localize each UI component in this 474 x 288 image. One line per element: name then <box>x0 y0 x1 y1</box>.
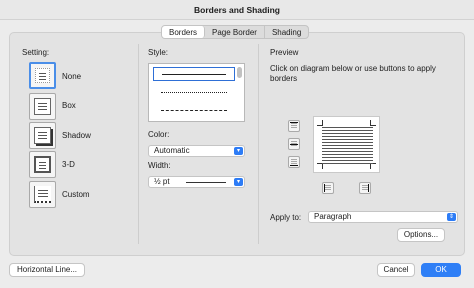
setting-custom-icon[interactable] <box>29 181 56 208</box>
options-button[interactable]: Options... <box>397 228 445 242</box>
setting-none-icon[interactable] <box>29 62 56 89</box>
bottom-border-button[interactable] <box>288 156 300 168</box>
preview-instructions: Click on diagram below or use buttons to… <box>270 64 436 83</box>
horizontal-line-button[interactable]: Horizontal Line... <box>9 263 85 277</box>
ok-button[interactable]: OK <box>421 263 461 277</box>
inside-horizontal-border-icon <box>290 144 298 145</box>
corner-mark <box>317 120 323 126</box>
color-value: Automatic <box>154 146 190 155</box>
color-label: Color: <box>148 130 170 139</box>
divider <box>138 44 139 244</box>
dotted-line <box>161 92 227 93</box>
color-select[interactable]: Automatic ▾ <box>148 145 245 157</box>
style-label: Style: <box>148 48 169 57</box>
bottom-border-icon <box>290 165 298 166</box>
right-border-icon <box>368 184 369 192</box>
tab-shading[interactable]: Shading <box>265 26 308 38</box>
width-label: Width: <box>148 161 171 170</box>
tab-page-border[interactable]: Page Border <box>205 26 265 38</box>
scroll-thumb[interactable] <box>237 67 242 78</box>
preview-sample-text <box>322 127 373 164</box>
setting-label: Setting: <box>22 48 50 57</box>
style-scrollbar[interactable] <box>236 66 243 120</box>
window-title: Borders and Shading <box>194 5 280 15</box>
top-border-button[interactable] <box>288 120 300 132</box>
style-option-solid[interactable] <box>153 67 235 81</box>
setting-box-label[interactable]: Box <box>62 101 76 110</box>
title-bar: Borders and Shading <box>0 0 474 20</box>
preview-diagram[interactable] <box>313 116 380 173</box>
preview-label: Preview <box>270 48 299 57</box>
apply-to-label: Apply to: <box>270 213 302 222</box>
setting-none-label[interactable]: None <box>62 72 81 81</box>
setting-custom-label[interactable]: Custom <box>62 190 90 199</box>
width-line-sample <box>186 182 226 183</box>
chevron-down-icon: ▾ <box>234 147 243 155</box>
top-border-icon <box>290 122 298 123</box>
left-border-button[interactable] <box>322 182 334 194</box>
tab-bar: Borders Page Border Shading <box>161 25 310 39</box>
setting-shadow-icon[interactable] <box>29 122 56 149</box>
style-option-dotted[interactable] <box>153 86 235 100</box>
cancel-button[interactable]: Cancel <box>377 263 415 277</box>
chevron-down-icon: ▾ <box>234 178 243 186</box>
divider <box>258 44 259 244</box>
setting-3d-icon[interactable] <box>29 151 56 178</box>
tab-borders[interactable]: Borders <box>162 26 206 38</box>
left-border-icon <box>324 184 325 192</box>
setting-3d-label[interactable]: 3-D <box>62 160 75 169</box>
setting-shadow-label[interactable]: Shadow <box>62 131 91 140</box>
setting-box-icon[interactable] <box>29 93 56 120</box>
inside-border-button[interactable] <box>288 138 300 150</box>
style-option-dashed[interactable] <box>153 104 235 118</box>
right-border-button[interactable] <box>359 182 371 194</box>
apply-to-select[interactable]: Paragraph ⇕ <box>308 211 458 223</box>
chevron-updown-icon: ⇕ <box>447 213 456 221</box>
solid-line <box>162 74 226 75</box>
width-value: ½ pt <box>154 177 170 186</box>
corner-mark <box>370 120 376 126</box>
style-list[interactable] <box>148 63 245 122</box>
apply-to-value: Paragraph <box>314 212 352 221</box>
width-select[interactable]: ½ pt ▾ <box>148 176 245 188</box>
dashed-line <box>161 110 227 111</box>
